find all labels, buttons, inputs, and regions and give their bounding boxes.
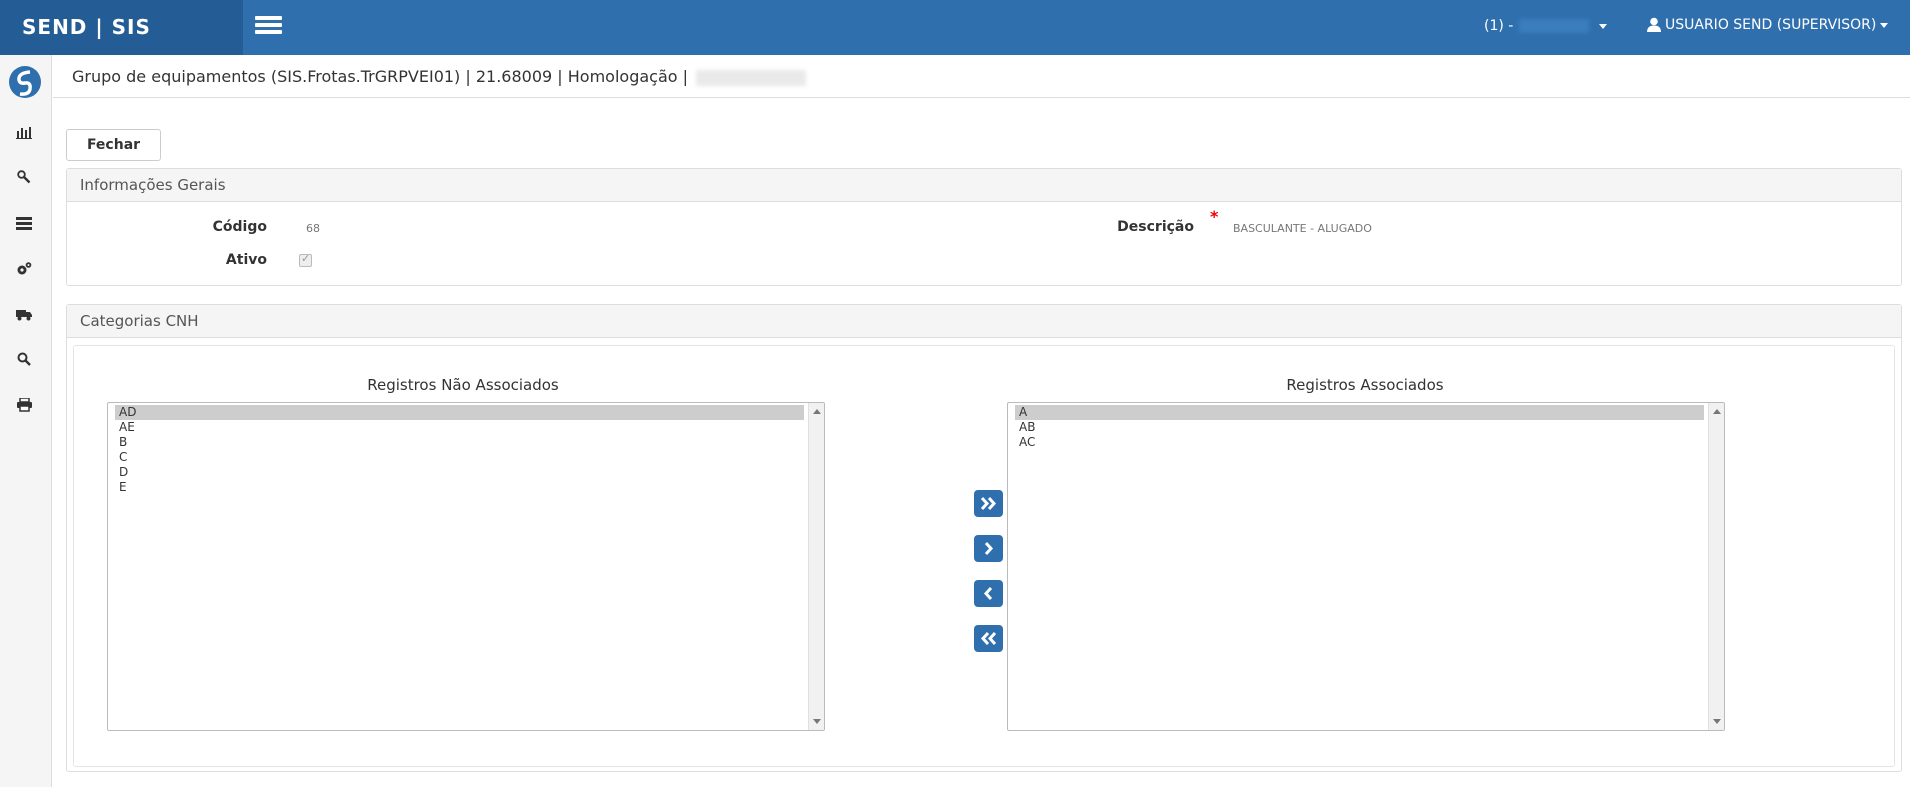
list-icon[interactable] — [14, 216, 34, 236]
cogs-icon[interactable] — [14, 261, 34, 281]
list-item[interactable]: E — [108, 480, 824, 495]
unassociated-title: Registros Não Associados — [367, 376, 559, 394]
scrollbar[interactable] — [1708, 403, 1724, 730]
move-all-right-button[interactable] — [974, 490, 1003, 517]
cnh-panel-title: Categorias CNH — [67, 305, 1901, 338]
user-menu[interactable]: USUARIO SEND (SUPERVISOR) — [1647, 17, 1889, 33]
list-item[interactable]: AB — [1008, 420, 1724, 435]
print-icon[interactable] — [14, 397, 34, 418]
company-selector-label: (1) - — [1484, 18, 1514, 34]
page-header: Grupo de equipamentos (SIS.Frotas.TrGRPV… — [53, 55, 1910, 98]
page-title: Grupo de equipamentos (SIS.Frotas.TrGRPV… — [72, 67, 689, 86]
dual-list-container: Registros Não Associados AD AE B C D E Regist… — [73, 345, 1895, 767]
cnh-panel: Categorias CNH Registros Não Associados … — [66, 304, 1902, 772]
brand-logo: SEND | SIS — [0, 0, 243, 55]
list-item[interactable]: A — [1015, 405, 1704, 420]
move-right-button[interactable] — [974, 535, 1003, 562]
codigo-value: 68 — [306, 222, 320, 235]
scrollbar[interactable] — [808, 403, 824, 730]
general-info-panel: Informações Gerais Código 68 Descrição *… — [66, 168, 1902, 286]
scroll-down-icon[interactable] — [813, 719, 821, 724]
descricao-value: BASCULANTE - ALUGADO — [1233, 222, 1372, 235]
user-menu-label: USUARIO SEND (SUPERVISOR) — [1665, 17, 1877, 33]
scroll-up-icon[interactable] — [813, 409, 821, 414]
company-selector[interactable]: (1) - — [1484, 18, 1608, 34]
general-info-title: Informações Gerais — [67, 169, 1901, 202]
descricao-label: Descrição — [1117, 219, 1194, 235]
list-item[interactable]: C — [108, 450, 824, 465]
close-button[interactable]: Fechar — [66, 129, 161, 161]
ativo-checkbox[interactable] — [299, 252, 312, 267]
list-item[interactable]: AD — [115, 405, 804, 420]
company-name-blurred — [1519, 19, 1590, 33]
truck-icon[interactable] — [14, 307, 34, 327]
chevron-down-icon — [1599, 23, 1608, 29]
page-title-wrap: Grupo de equipamentos (SIS.Frotas.TrGRPV… — [72, 67, 807, 86]
scroll-down-icon[interactable] — [1713, 719, 1721, 724]
scroll-up-icon[interactable] — [1713, 409, 1721, 414]
chart-icon[interactable] — [14, 125, 34, 145]
move-left-button[interactable] — [974, 580, 1003, 607]
required-marker: * — [1210, 207, 1219, 226]
unassociated-list[interactable]: AD AE B C D E — [107, 402, 825, 731]
list-item[interactable]: D — [108, 465, 824, 480]
search-icon[interactable] — [14, 352, 34, 372]
app-logo-icon — [9, 66, 41, 98]
codigo-label: Código — [212, 219, 267, 235]
associated-list[interactable]: A AB AC — [1007, 402, 1725, 731]
top-bar: SEND | SIS (1) - USUARIO SEND (SUPERVISO… — [0, 0, 1910, 55]
list-item[interactable]: B — [108, 435, 824, 450]
associated-title: Registros Associados — [1286, 376, 1444, 394]
menu-toggle-icon[interactable] — [255, 16, 282, 36]
move-all-left-button[interactable] — [974, 625, 1003, 652]
move-left-icon — [983, 586, 993, 601]
user-icon — [1647, 17, 1661, 32]
environment-blurred — [696, 69, 807, 86]
sidebar — [0, 55, 52, 787]
chevron-down-icon — [1880, 22, 1889, 28]
list-item[interactable]: AE — [108, 420, 824, 435]
move-all-left-icon — [980, 631, 997, 646]
move-all-right-icon — [980, 496, 997, 511]
ativo-label: Ativo — [225, 252, 267, 268]
move-right-icon — [984, 541, 994, 556]
wrench-icon[interactable] — [14, 170, 34, 190]
list-item[interactable]: AC — [1008, 435, 1724, 450]
